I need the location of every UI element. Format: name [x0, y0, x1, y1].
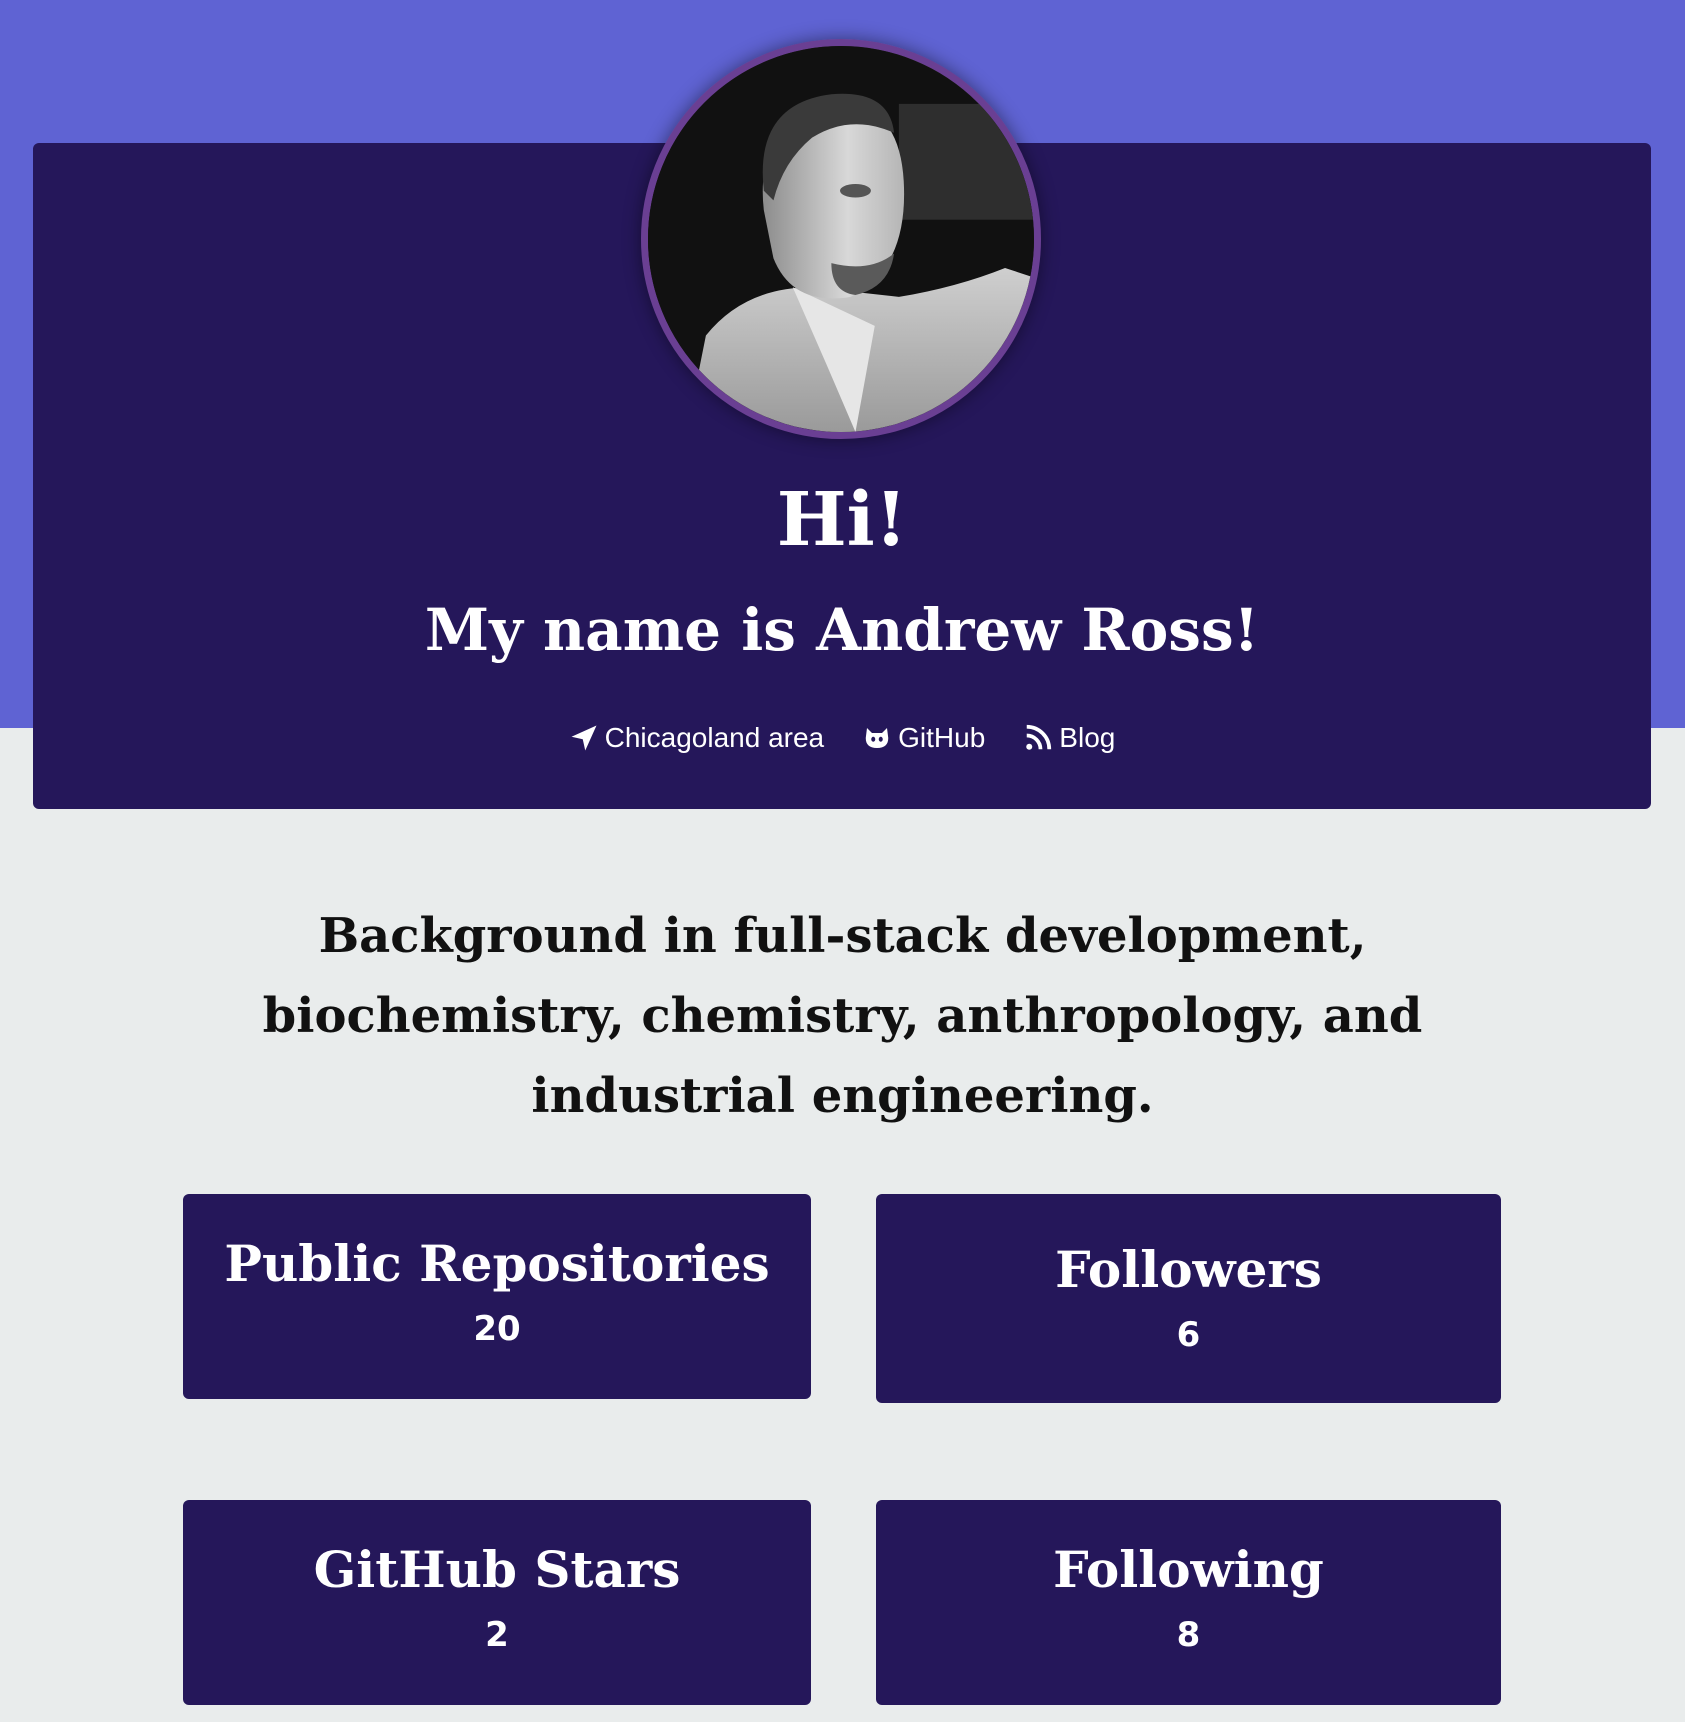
stat-label: Following — [1053, 1540, 1324, 1599]
stat-card-followers: Followers 6 — [876, 1194, 1501, 1403]
location-arrow-icon — [571, 725, 597, 751]
stat-value: 8 — [1176, 1615, 1201, 1655]
blog-link[interactable]: Blog — [1023, 716, 1115, 760]
stat-label: Public Repositories — [224, 1234, 770, 1293]
bio-text: Background in full-stack development, bi… — [262, 908, 1423, 1124]
stat-card-public-repositories: Public Repositories 20 — [183, 1194, 811, 1399]
github-link[interactable]: GitHub — [862, 716, 985, 760]
avatar — [641, 39, 1041, 439]
rss-icon — [1026, 724, 1052, 750]
location-label: Chicagoland area — [604, 722, 825, 753]
stat-card-github-stars: GitHub Stars 2 — [183, 1500, 811, 1705]
stat-value: 20 — [473, 1309, 521, 1349]
stat-label: Followers — [1055, 1240, 1322, 1299]
stat-value: 2 — [485, 1615, 509, 1655]
stat-value: 6 — [1176, 1315, 1201, 1355]
name-heading: My name is Andrew Ross! — [424, 596, 1260, 664]
location-link: Chicagoland area — [569, 716, 825, 760]
stat-card-following: Following 8 — [876, 1500, 1501, 1705]
blog-label: Blog — [1059, 722, 1116, 753]
profile-photo — [648, 46, 1034, 432]
github-label: GitHub — [898, 722, 986, 753]
stat-label: GitHub Stars — [313, 1540, 681, 1599]
github-icon — [865, 728, 889, 748]
greeting-heading: Hi! — [776, 477, 908, 563]
profile-links: Chicagoland area GitHub Blog — [33, 716, 1651, 760]
